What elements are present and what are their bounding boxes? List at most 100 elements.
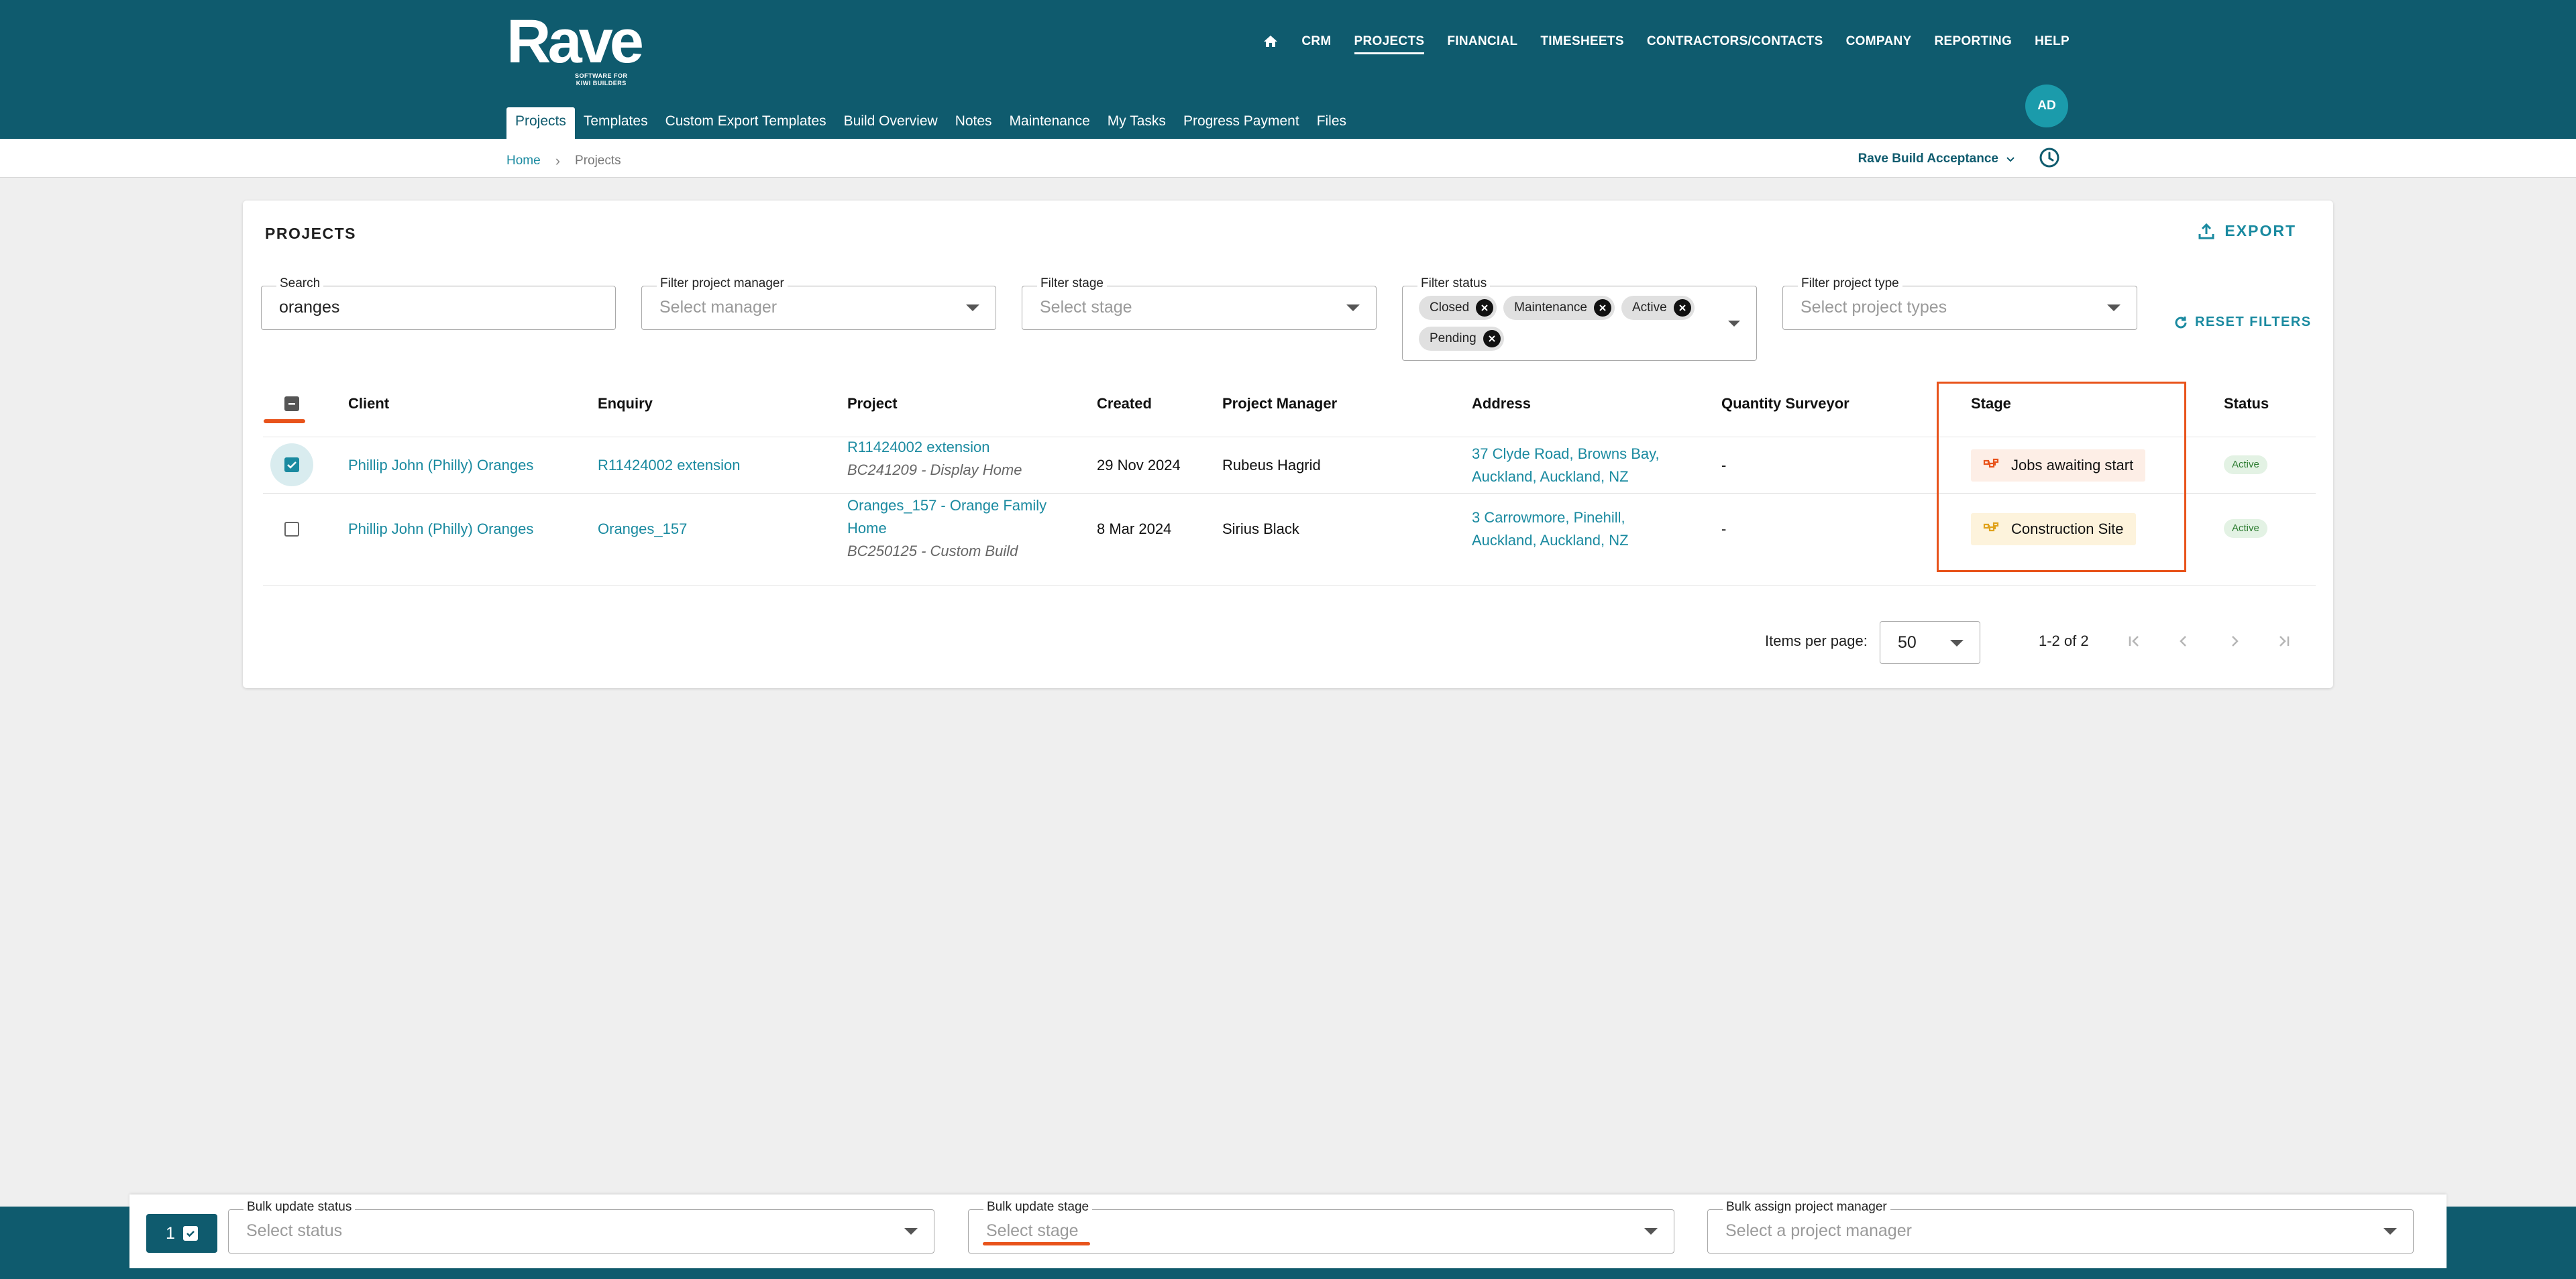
dropdown-arrow-icon: [1950, 640, 1964, 647]
column-created[interactable]: Created: [1097, 395, 1152, 412]
chip-remove-icon[interactable]: [1483, 330, 1501, 347]
project-manager: Rubeus Hagrid: [1222, 457, 1321, 474]
chip-remove-icon[interactable]: [1593, 299, 1611, 317]
select-all-checkbox[interactable]: [284, 396, 299, 411]
project-manager: Sirius Black: [1222, 520, 1299, 537]
items-per-page-label: Items per page:: [1765, 632, 1868, 649]
nav-contractors-contacts[interactable]: CONTRACTORS/CONTACTS: [1647, 34, 1823, 49]
filter-status[interactable]: Filter status Closed Maintenance Active …: [1402, 276, 1757, 361]
project-subtitle: BC241209 - Display Home: [847, 461, 1022, 478]
home-icon[interactable]: [1263, 34, 1279, 50]
export-button[interactable]: EXPORT: [2198, 222, 2296, 240]
nav-crm[interactable]: CRM: [1301, 34, 1331, 49]
project-link[interactable]: R11424002 extension: [847, 436, 1022, 459]
page-title: PROJECTS: [265, 225, 356, 242]
project-cell: Oranges_157 - Orange Family Home BC250125…: [847, 494, 1046, 563]
bulk-actions-panel: 1 Bulk update status Select status Bulk …: [129, 1194, 2447, 1268]
column-project[interactable]: Project: [847, 395, 898, 412]
column-status[interactable]: Status: [2224, 395, 2269, 412]
column-client[interactable]: Client: [348, 395, 389, 412]
tab-files[interactable]: Files: [1308, 107, 1355, 139]
chip-closed: Closed: [1419, 296, 1497, 320]
status-badge: Active: [2224, 455, 2267, 474]
filter-project-manager[interactable]: Filter project manager Select manager: [641, 276, 996, 330]
enquiry-link[interactable]: Oranges_157: [598, 518, 687, 541]
history-clock-icon[interactable]: [2038, 146, 2061, 169]
created-date: 8 Mar 2024: [1097, 520, 1172, 537]
refresh-icon: [2175, 316, 2187, 328]
chevron-down-icon: [2006, 157, 2015, 162]
next-page-icon[interactable]: [2224, 631, 2245, 651]
tab-projects[interactable]: Projects: [506, 107, 575, 139]
breadcrumb: Home › Projects: [506, 152, 621, 170]
address-link[interactable]: 37 Clyde Road, Browns Bay, Auckland, Auc…: [1472, 443, 1660, 488]
bulk-assign-manager-select[interactable]: Bulk assign project manager Select a pro…: [1707, 1200, 2414, 1254]
dropdown-arrow-icon: [1728, 321, 1740, 327]
column-quantity-surveyor[interactable]: Quantity Surveyor: [1721, 395, 1849, 412]
nav-timesheets[interactable]: TIMESHEETS: [1540, 34, 1623, 49]
dropdown-arrow-icon: [2107, 304, 2121, 311]
status-badge: Active: [2224, 519, 2267, 538]
selected-count-button[interactable]: 1: [146, 1214, 217, 1253]
user-avatar[interactable]: AD: [2025, 85, 2068, 127]
rave-logo[interactable]: Rave SOFTWARE FOR KIWI BUILDERS: [506, 7, 647, 87]
tab-notes[interactable]: Notes: [947, 107, 1001, 139]
bulk-update-stage-select[interactable]: Bulk update stage Select stage: [968, 1200, 1674, 1254]
bulk-stage-annotation: [983, 1242, 1090, 1245]
enquiry-link[interactable]: R11424002 extension: [598, 454, 740, 477]
client-link[interactable]: Phillip John (Philly) Oranges: [348, 454, 533, 477]
project-subtitle: BC250125 - Custom Build: [847, 543, 1018, 559]
tab-progress-payment[interactable]: Progress Payment: [1175, 107, 1308, 139]
project-link[interactable]: Oranges_157 - Orange Family Home: [847, 494, 1046, 540]
logo-wordmark: Rave: [506, 7, 644, 76]
tab-templates[interactable]: Templates: [575, 107, 657, 139]
row-checkbox[interactable]: [284, 522, 299, 537]
reset-filters-button[interactable]: RESET FILTERS: [2174, 315, 2312, 330]
column-address[interactable]: Address: [1472, 395, 1531, 412]
search-input[interactable]: Search oranges: [261, 276, 616, 330]
row-checkbox[interactable]: [284, 457, 299, 472]
bulk-update-status-select[interactable]: Bulk update status Select status: [228, 1200, 934, 1254]
chip-pending: Pending: [1419, 327, 1504, 351]
chip-maintenance: Maintenance: [1503, 296, 1615, 320]
nav-help[interactable]: HELP: [2035, 34, 2070, 49]
page-range: 1-2 of 2: [2039, 632, 2089, 649]
tab-custom-export-templates[interactable]: Custom Export Templates: [657, 107, 835, 139]
upload-icon: [2198, 223, 2214, 239]
quantity-surveyor: -: [1721, 520, 1727, 537]
filter-project-type[interactable]: Filter project type Select project types: [1782, 276, 2137, 330]
items-per-page-select[interactable]: 50: [1880, 621, 1980, 664]
address-link[interactable]: 3 Carrowmore, Pinehill, Auckland, Auckla…: [1472, 506, 1629, 552]
dropdown-arrow-icon: [966, 304, 979, 311]
quantity-surveyor: -: [1721, 457, 1727, 474]
column-enquiry[interactable]: Enquiry: [598, 395, 653, 412]
select-all-annotation: [264, 419, 305, 423]
nav-reporting[interactable]: REPORTING: [1934, 34, 2012, 49]
previous-page-icon[interactable]: [2174, 631, 2194, 651]
chip-remove-icon[interactable]: [1673, 299, 1691, 317]
organization-name: Rave Build Acceptance: [1858, 152, 1998, 166]
app-header: Rave SOFTWARE FOR KIWI BUILDERS CRM PROJ…: [0, 0, 2576, 139]
status-chips: Closed Maintenance Active Pending: [1419, 296, 1714, 351]
organization-selector[interactable]: Rave Build Acceptance: [1858, 152, 2016, 166]
breadcrumb-home[interactable]: Home: [506, 154, 541, 168]
nav-financial[interactable]: FINANCIAL: [1447, 34, 1517, 49]
tab-my-tasks[interactable]: My Tasks: [1099, 107, 1175, 139]
logo-tagline: SOFTWARE FOR KIWI BUILDERS: [575, 72, 628, 87]
chip-remove-icon[interactable]: [1476, 299, 1494, 317]
tab-build-overview[interactable]: Build Overview: [835, 107, 947, 139]
dropdown-arrow-icon: [1346, 304, 1360, 311]
tab-maintenance[interactable]: Maintenance: [1001, 107, 1099, 139]
breadcrumb-separator: ›: [555, 152, 561, 169]
search-value: oranges: [279, 298, 340, 317]
nav-company[interactable]: COMPANY: [1846, 34, 1912, 49]
first-page-icon[interactable]: [2124, 631, 2144, 651]
nav-projects[interactable]: PROJECTS: [1354, 34, 1425, 54]
dropdown-arrow-icon: [1644, 1228, 1658, 1235]
column-project-manager[interactable]: Project Manager: [1222, 395, 1337, 412]
breadcrumb-current: Projects: [575, 154, 621, 168]
created-date: 29 Nov 2024: [1097, 457, 1181, 474]
client-link[interactable]: Phillip John (Philly) Oranges: [348, 518, 533, 541]
last-page-icon[interactable]: [2274, 631, 2294, 651]
filter-stage[interactable]: Filter stage Select stage: [1022, 276, 1377, 330]
